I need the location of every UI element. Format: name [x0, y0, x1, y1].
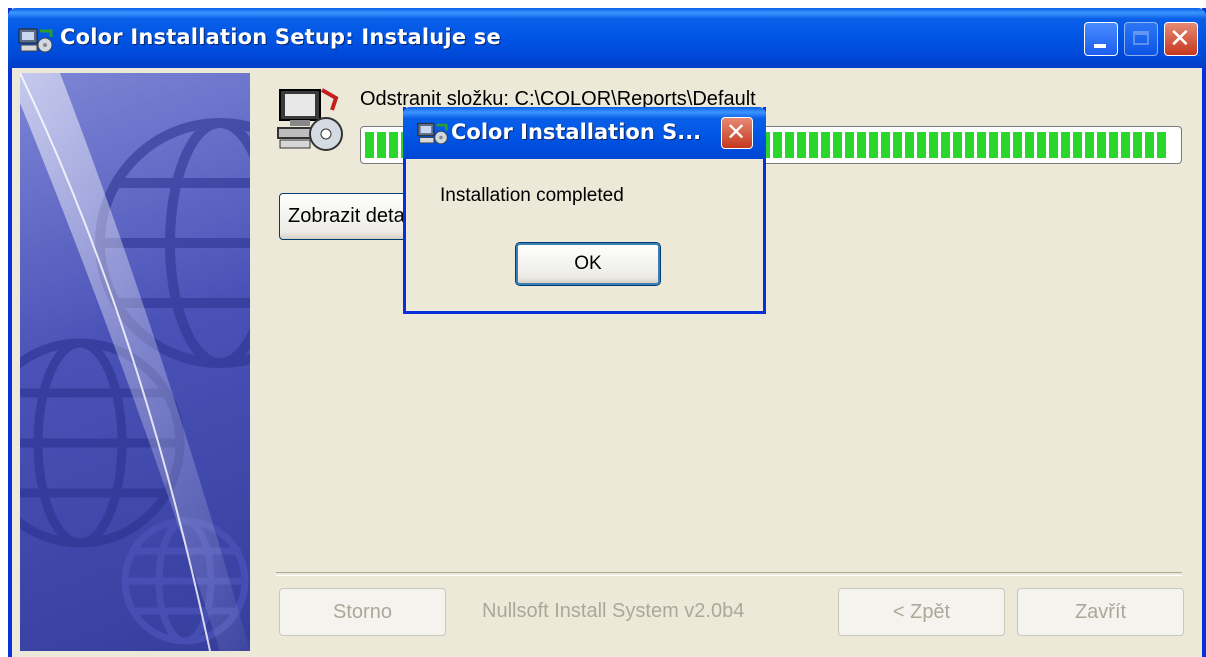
installer-banner-image [20, 73, 250, 651]
dialog-close-button[interactable]: ✕ [721, 117, 753, 149]
window-title: Color Installation Setup: Instaluje se [60, 25, 501, 49]
nsis-branding-text: Nullsoft Install System v2.0b4 [482, 600, 745, 622]
app-icon [417, 122, 448, 145]
close-installer-button[interactable]: Zavřít [1017, 588, 1184, 636]
message-dialog: Color Installation S... ✕ Installation c… [403, 107, 766, 314]
dialog-title-bar[interactable]: Color Installation S... ✕ [403, 107, 766, 159]
minimize-button[interactable] [1084, 22, 1118, 56]
footer-separator [276, 572, 1182, 576]
maximize-button[interactable] [1124, 22, 1158, 56]
dialog-message: Installation completed [440, 185, 624, 206]
back-button[interactable]: < Zpět [838, 588, 1005, 636]
close-button[interactable]: ✕ [1164, 22, 1198, 56]
minimize-icon [1094, 44, 1106, 48]
computer-disc-icon [277, 88, 343, 151]
close-icon: ✕ [726, 118, 747, 146]
dialog-title: Color Installation S... [451, 120, 702, 144]
cancel-button[interactable]: Storno [279, 588, 446, 636]
close-icon: ✕ [1169, 24, 1191, 54]
app-icon [18, 28, 53, 53]
globe-banner-graphic [20, 73, 250, 651]
title-bar[interactable]: Color Installation Setup: Instaluje se ✕ [8, 8, 1206, 68]
maximize-icon [1133, 31, 1149, 45]
ok-button[interactable]: OK [515, 242, 661, 286]
